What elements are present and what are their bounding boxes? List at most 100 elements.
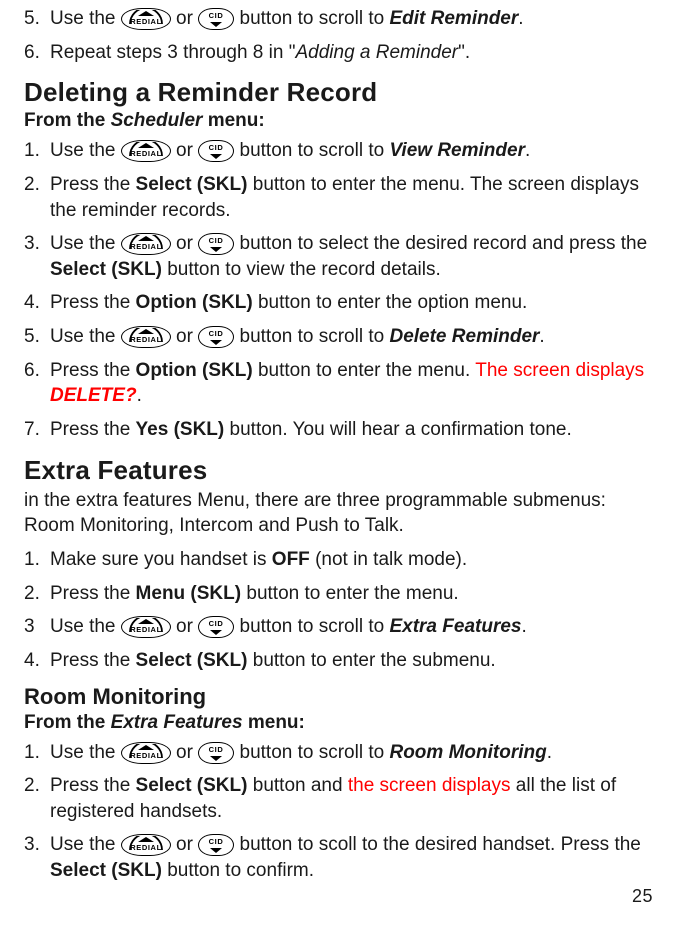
step-body: Press the Yes (SKL) button. You will hea… [50, 417, 651, 443]
extra-features-menu-line: From the Extra Features menu: [24, 712, 651, 734]
text-run: button to confirm. [162, 860, 314, 881]
text-run: the screen displays [348, 775, 511, 796]
step-body: Press the Option (SKL) button to enter t… [50, 358, 651, 409]
svg-text:REDIAL: REDIAL [130, 625, 162, 634]
menu-line-suffix: menu: [202, 110, 264, 131]
text-run: Press the [50, 292, 136, 313]
cid-button-icon: CID [198, 326, 234, 348]
redial-button-icon: REDIAL [121, 8, 171, 30]
step-number: 3. [24, 832, 50, 858]
step-number: 1. [24, 138, 50, 164]
text-run: button to enter the submenu. [247, 650, 495, 671]
svg-text:REDIAL: REDIAL [130, 149, 162, 158]
heading-room-monitoring: Room Monitoring [24, 684, 651, 710]
step-body: Use the REDIAL or CID button to scroll t… [50, 6, 651, 32]
redial-button-icon: REDIAL [121, 140, 171, 162]
svg-text:CID: CID [209, 837, 224, 846]
list-item: 6.Press the Option (SKL) button to enter… [24, 358, 651, 409]
text-run: Press the [50, 360, 136, 381]
svg-text:CID: CID [209, 11, 224, 20]
text-run: ". [458, 42, 470, 63]
redial-button-icon: REDIAL [121, 742, 171, 764]
text-run: button to select the desired record and … [234, 233, 647, 254]
text-run: Use the [50, 326, 121, 347]
list-item: 5.Use the REDIAL or CID button to scroll… [24, 324, 651, 350]
text-run: button to enter the menu. [241, 583, 459, 604]
page-number: 25 [632, 886, 653, 907]
heading-extra-features: Extra Features [24, 455, 651, 486]
list-item: 4.Press the Option (SKL) button to enter… [24, 290, 651, 316]
menu-line-suffix: menu: [243, 712, 305, 733]
list-item: 6.Repeat steps 3 through 8 in "Adding a … [24, 40, 651, 66]
step-body: Use the REDIAL or CID button to scroll t… [50, 740, 651, 766]
step-body: Press the Select (SKL) button to enter t… [50, 648, 651, 674]
edit-reminder-steps: 5.Use the REDIAL or CID button to scroll… [24, 6, 651, 65]
step-number: 6. [24, 358, 50, 384]
text-run: Room Monitoring [389, 742, 546, 763]
text-run: . [525, 140, 530, 161]
text-run: Use the [50, 742, 121, 763]
svg-text:REDIAL: REDIAL [130, 751, 162, 760]
step-number: 2. [24, 172, 50, 198]
menu-line-em: Extra Features [111, 712, 243, 733]
svg-text:CID: CID [209, 745, 224, 754]
text-run: Yes (SKL) [136, 419, 225, 440]
menu-line-prefix: From the [24, 712, 111, 733]
cid-button-icon: CID [198, 233, 234, 255]
redial-button-icon: REDIAL [121, 616, 171, 638]
text-run: Select (SKL) [50, 860, 162, 881]
cid-button-icon: CID [198, 834, 234, 856]
step-number: 2. [24, 773, 50, 799]
list-item: 1.Use the REDIAL or CID button to scroll… [24, 740, 651, 766]
redial-button-icon: REDIAL [121, 233, 171, 255]
text-run: Delete Reminder [389, 326, 539, 347]
step-body: Press the Option (SKL) button to enter t… [50, 290, 651, 316]
list-item: 7.Press the Yes (SKL) button. You will h… [24, 417, 651, 443]
list-item: 3.Use the REDIAL or CID button to scoll … [24, 832, 651, 883]
deleting-steps: 1.Use the REDIAL or CID button to scroll… [24, 138, 651, 442]
text-run: or [171, 233, 198, 254]
text-run: Option (SKL) [136, 360, 253, 381]
text-run: (not in talk mode). [310, 549, 467, 570]
heading-deleting-reminder: Deleting a Reminder Record [24, 77, 651, 108]
svg-text:REDIAL: REDIAL [130, 335, 162, 344]
text-run: or [171, 742, 198, 763]
text-run: Adding a Reminder [295, 42, 458, 63]
text-run: button and [247, 775, 347, 796]
step-body: Repeat steps 3 through 8 in "Adding a Re… [50, 40, 651, 66]
menu-line-prefix: From the [24, 110, 111, 131]
step-number: 1. [24, 740, 50, 766]
text-run: DELETE? [50, 385, 137, 406]
text-run: . [521, 616, 526, 637]
text-run: View Reminder [389, 140, 525, 161]
text-run: or [171, 834, 198, 855]
svg-text:REDIAL: REDIAL [130, 242, 162, 251]
cid-button-icon: CID [198, 616, 234, 638]
list-item: 5.Use the REDIAL or CID button to scroll… [24, 6, 651, 32]
text-run: or [171, 326, 198, 347]
text-run: Use the [50, 233, 121, 254]
text-run: Press the [50, 174, 136, 195]
step-number: 5. [24, 6, 50, 32]
text-run: The screen displays [475, 360, 644, 381]
list-item: 1.Use the REDIAL or CID button to scroll… [24, 138, 651, 164]
text-run: or [171, 8, 198, 29]
list-item: 4.Press the Select (SKL) button to enter… [24, 648, 651, 674]
redial-button-icon: REDIAL [121, 326, 171, 348]
text-run: or [171, 140, 198, 161]
step-number: 4. [24, 648, 50, 674]
step-number: 4. [24, 290, 50, 316]
list-item: 3.Use the REDIAL or CID button to select… [24, 231, 651, 282]
text-run: Select (SKL) [136, 775, 248, 796]
extra-features-steps: 1.Make sure you handset is OFF (not in t… [24, 547, 651, 674]
text-run: Use the [50, 8, 121, 29]
step-number: 5. [24, 324, 50, 350]
step-body: Press the Select (SKL) button to enter t… [50, 172, 651, 223]
step-number: 1. [24, 547, 50, 573]
text-run: Press the [50, 419, 136, 440]
list-item: 1.Make sure you handset is OFF (not in t… [24, 547, 651, 573]
step-body: Use the REDIAL or CID button to scroll t… [50, 138, 651, 164]
scheduler-menu-line: From the Scheduler menu: [24, 110, 651, 132]
text-run: Make sure you handset is [50, 549, 272, 570]
svg-text:CID: CID [209, 329, 224, 338]
